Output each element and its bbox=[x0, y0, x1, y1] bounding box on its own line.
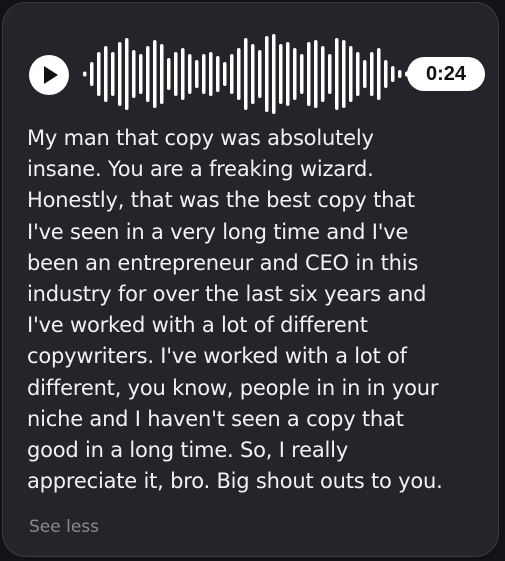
waveform-bar bbox=[125, 38, 129, 110]
transcript-line: insane. You are a freaking wizard. bbox=[27, 157, 374, 182]
transcript-line: niche and I haven't seen a copy that bbox=[27, 406, 404, 431]
waveform-bar bbox=[104, 46, 108, 102]
waveform-bar bbox=[146, 46, 150, 102]
transcript-line: I've worked with a lot of different bbox=[27, 313, 368, 338]
waveform-bar bbox=[132, 50, 136, 98]
waveform-bar bbox=[237, 48, 241, 100]
waveform-bar bbox=[181, 48, 185, 100]
waveform-bar bbox=[209, 52, 213, 96]
duration-badge: 0:24 bbox=[407, 57, 485, 91]
waveform-bar bbox=[307, 42, 311, 106]
waveform-bar bbox=[216, 56, 220, 92]
waveform-bar bbox=[286, 42, 290, 106]
voice-player: 0:24 bbox=[27, 33, 487, 115]
waveform-bar bbox=[251, 44, 255, 104]
waveform-bar bbox=[272, 34, 276, 114]
waveform-bar bbox=[244, 38, 248, 110]
waveform-bar bbox=[314, 40, 318, 108]
waveform-bar bbox=[139, 54, 143, 94]
waveform-bar bbox=[321, 46, 325, 102]
waveform-bar bbox=[335, 38, 339, 110]
waveform-bar bbox=[97, 52, 101, 96]
waveform-bar bbox=[195, 60, 199, 88]
waveform-bar bbox=[293, 48, 297, 100]
waveform-bar bbox=[90, 62, 94, 86]
see-less-link[interactable]: See less bbox=[29, 517, 99, 537]
waveform-bar bbox=[223, 62, 227, 86]
waveform-bar bbox=[363, 60, 367, 88]
waveform-bar bbox=[160, 44, 164, 104]
waveform-bar bbox=[111, 52, 115, 96]
waveform-bar bbox=[398, 70, 402, 78]
waveform-bar bbox=[265, 36, 269, 112]
transcript-line: industry for over the last six years and bbox=[27, 282, 427, 307]
waveform-bar bbox=[230, 54, 234, 94]
transcript-text: My man that copy was absolutely insane. Y… bbox=[27, 123, 487, 497]
waveform-bar bbox=[258, 50, 262, 98]
waveform-bar bbox=[391, 66, 395, 82]
waveform-bar bbox=[349, 46, 353, 102]
waveform-bar bbox=[328, 54, 332, 94]
waveform-bar bbox=[174, 52, 178, 96]
waveform-bar bbox=[153, 40, 157, 108]
play-icon bbox=[44, 66, 58, 84]
waveform-bar bbox=[370, 52, 374, 96]
voice-message-bubble: 0:24 My man that copy was absolutely insa… bbox=[2, 2, 499, 557]
waveform-bar bbox=[167, 58, 171, 90]
transcript-line: appreciate it, bro. Big shout outs to yo… bbox=[27, 469, 443, 494]
waveform-bar bbox=[377, 48, 381, 100]
waveform-bar bbox=[118, 42, 122, 106]
play-button[interactable] bbox=[29, 55, 69, 95]
audio-waveform[interactable] bbox=[79, 33, 409, 115]
transcript-line: different, you know, people in in in you… bbox=[27, 375, 439, 400]
transcript-line: been an entrepreneur and CEO in this bbox=[27, 250, 419, 275]
transcript-line: Honestly, that was the best copy that bbox=[27, 188, 415, 213]
transcript-line: I've seen in a very long time and I've bbox=[27, 219, 409, 244]
waveform-bar bbox=[202, 54, 206, 94]
transcript-line: good in a long time. So, I really bbox=[27, 438, 349, 463]
waveform-bar bbox=[356, 52, 360, 96]
waveform-bar bbox=[384, 60, 388, 88]
transcript-line: My man that copy was absolutely bbox=[27, 126, 374, 150]
transcript-line: copywriters. I've worked with a lot of bbox=[27, 344, 407, 369]
waveform-bar bbox=[188, 54, 192, 94]
waveform-bar bbox=[300, 54, 304, 94]
waveform-bar bbox=[342, 40, 346, 108]
waveform-bar bbox=[279, 44, 283, 104]
waveform-bar bbox=[83, 71, 87, 77]
